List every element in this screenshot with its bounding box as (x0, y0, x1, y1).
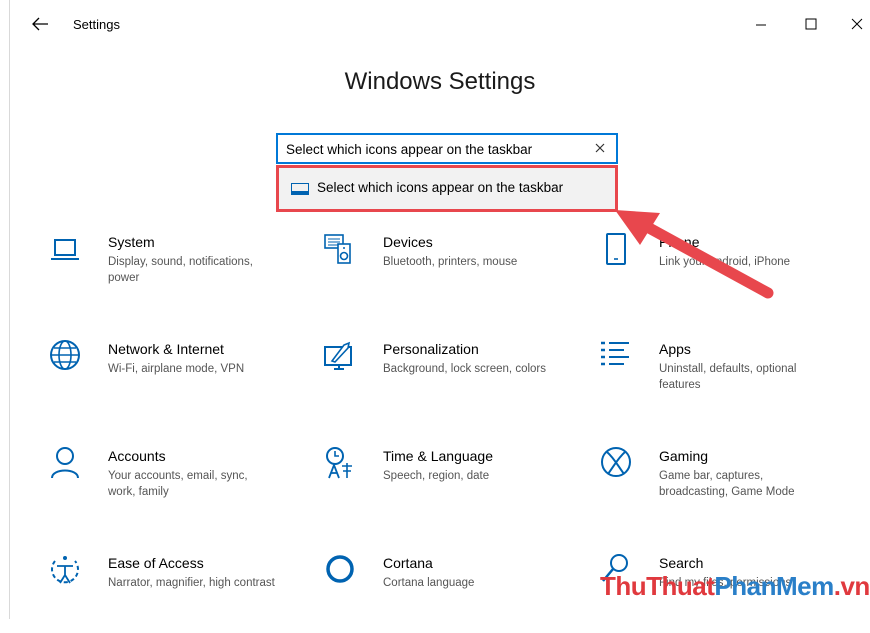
tile-description: Uninstall, defaults, optional features (659, 363, 797, 391)
tile-title: System (108, 234, 155, 250)
watermark-part3: .vn (833, 571, 870, 601)
page-title: Windows Settings (344, 68, 536, 95)
tile-description: Cortana language (383, 577, 475, 589)
close-icon[interactable] (845, 12, 869, 36)
tile-title: Devices (383, 234, 433, 250)
tile-description: Display, sound, notifications, power (108, 256, 253, 284)
tile-network[interactable]: Network & Internet Wi-Fi, airplane mode,… (47, 339, 287, 419)
watermark-part2: PhanMem (714, 571, 834, 601)
tile-system[interactable]: System Display, sound, notifications, po… (47, 232, 287, 312)
personalization-icon (324, 341, 352, 370)
laptop-icon (51, 239, 79, 260)
tile-description: Background, lock screen, colors (383, 363, 546, 375)
tile-title: Ease of Access (108, 555, 204, 571)
search-box[interactable] (276, 133, 618, 164)
taskbar-icon (291, 183, 309, 195)
search-suggestion[interactable]: Select which icons appear on the taskbar (276, 165, 618, 212)
tile-devices[interactable]: Devices Bluetooth, printers, mouse (322, 232, 562, 312)
tile-accounts[interactable]: Accounts Your accounts, email, sync, wor… (47, 446, 287, 526)
tile-time-language[interactable]: Time & Language Speech, region, date (322, 446, 562, 526)
tile-description: Your accounts, email, sync, work, family (108, 470, 248, 498)
watermark-part1: ThuThuat (600, 571, 715, 601)
back-arrow-icon[interactable] (28, 12, 52, 36)
apps-list-icon (601, 341, 629, 366)
watermark: ThuThuatPhanMem.vn (600, 571, 870, 602)
search-input[interactable] (286, 139, 586, 159)
tile-title: Accounts (108, 448, 166, 464)
xbox-icon (601, 447, 631, 477)
tile-title: Network & Internet (108, 341, 224, 357)
ease-of-access-icon (51, 556, 79, 584)
globe-icon (50, 340, 80, 370)
minimize-icon[interactable] (749, 12, 773, 36)
maximize-icon[interactable] (799, 12, 823, 36)
tile-cortana[interactable]: Cortana Cortana language (322, 553, 562, 633)
tile-ease-of-access[interactable]: Ease of Access Narrator, magnifier, high… (47, 553, 287, 633)
tile-title: Apps (659, 341, 691, 357)
red-arrow-icon (615, 210, 774, 299)
tile-title: Cortana (383, 555, 433, 571)
window-title: Settings (73, 17, 120, 32)
tile-title: Time & Language (383, 448, 493, 464)
tile-apps[interactable]: Apps Uninstall, defaults, optional featu… (598, 339, 838, 419)
tile-title: Gaming (659, 448, 709, 464)
tile-description: Bluetooth, printers, mouse (383, 256, 518, 268)
person-icon (51, 447, 79, 479)
tile-description: Speech, region, date (383, 470, 490, 482)
cortana-icon (326, 555, 354, 583)
clear-icon[interactable] (592, 140, 608, 156)
tile-description: Game bar, captures, broadcasting, Game M… (659, 470, 795, 498)
tile-personalization[interactable]: Personalization Background, lock screen,… (322, 339, 562, 419)
tile-description: Narrator, magnifier, high contrast (108, 577, 275, 589)
suggestion-label: Select which icons appear on the taskbar (317, 180, 564, 195)
devices-icon (324, 234, 351, 264)
settings-window: Settings Windows Settings Select which i… (9, 0, 870, 619)
title-bar: Settings (10, 0, 870, 50)
tile-title: Search (659, 555, 704, 571)
tile-description: Wi-Fi, airplane mode, VPN (108, 363, 245, 375)
tile-title: Personalization (383, 341, 479, 357)
time-language-icon (326, 447, 352, 479)
tile-gaming[interactable]: Gaming Game bar, captures, broadcasting,… (598, 446, 838, 526)
